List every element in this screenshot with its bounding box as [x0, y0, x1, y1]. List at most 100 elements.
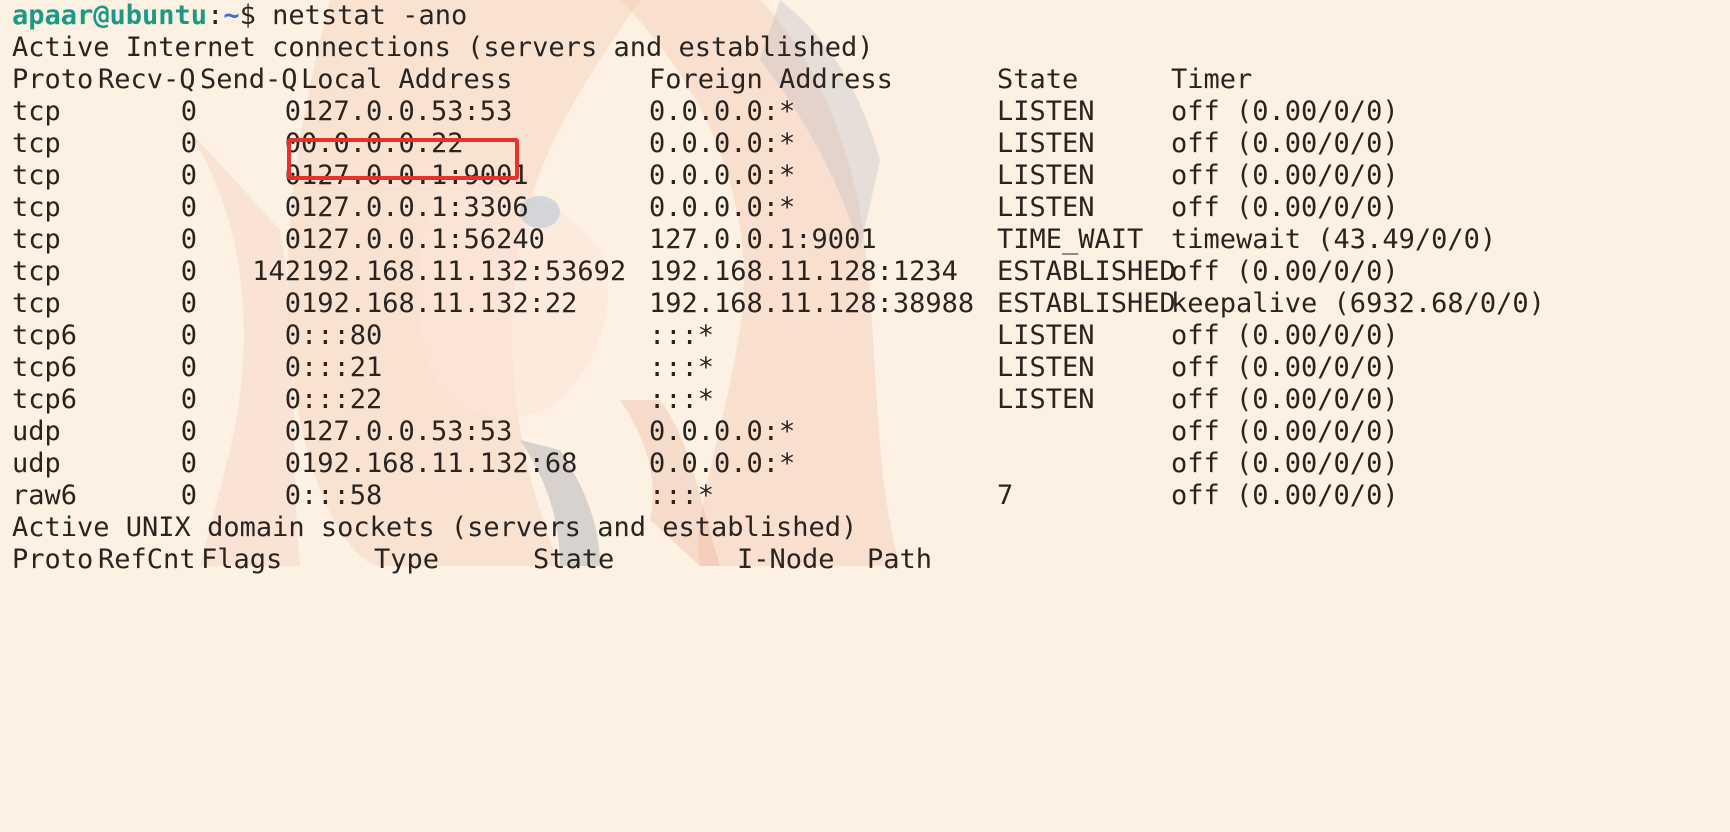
- connection-row: tcp6 0 0 :::21 :::* LISTEN off (0.00/0/0…: [12, 352, 1399, 384]
- row-foreign-address: :::*: [649, 320, 715, 351]
- prompt-user-host: apaar@ubuntu: [12, 0, 208, 31]
- row-recvq: 0: [180, 224, 197, 255]
- row-timer: keepalive (6932.68/0/0): [1171, 288, 1545, 319]
- prompt-path: ~: [223, 0, 240, 31]
- row-sendq: 0: [284, 160, 301, 191]
- row-state: TIME_WAIT: [997, 224, 1144, 255]
- row-local-address: 127.0.0.53:53: [301, 96, 513, 127]
- inet-section-title: Active Internet connections (servers and…: [12, 32, 874, 63]
- row-proto: raw6: [12, 480, 78, 511]
- row-state: LISTEN: [997, 160, 1095, 191]
- row-recvq: 0: [180, 160, 197, 191]
- row-proto: tcp: [12, 224, 61, 255]
- row-state: LISTEN: [997, 128, 1095, 159]
- header-timer: Timer: [1171, 64, 1253, 95]
- highlight-annotation-box: [287, 138, 519, 180]
- row-foreign-address: 127.0.0.1:9001: [649, 224, 877, 255]
- row-local-address: :::22: [301, 384, 383, 415]
- row-timer: off (0.00/0/0): [1171, 128, 1399, 159]
- row-recvq: 0: [180, 256, 197, 287]
- row-timer: off (0.00/0/0): [1171, 352, 1399, 383]
- prompt-symbol: $: [239, 0, 256, 31]
- connection-row: raw6 0 0 :::58 :::* 7 off (0.00/0/0): [12, 480, 1399, 512]
- row-foreign-address: :::*: [649, 480, 715, 511]
- row-foreign-address: 192.168.11.128:1234: [649, 256, 958, 287]
- unix-header-type: Type: [374, 544, 440, 575]
- row-foreign-address: 0.0.0.0:*: [649, 192, 796, 223]
- row-sendq: 0: [284, 480, 301, 511]
- row-timer: off (0.00/0/0): [1171, 480, 1399, 511]
- connection-row: tcp 0 0 127.0.0.1:56240 127.0.0.1:9001 T…: [12, 224, 1496, 256]
- row-state: LISTEN: [997, 320, 1095, 351]
- row-timer: off (0.00/0/0): [1171, 192, 1399, 223]
- row-proto: tcp: [12, 160, 61, 191]
- row-sendq: 0: [284, 288, 301, 319]
- unix-header-flags: Flags: [201, 544, 283, 575]
- unix-header-path: Path: [867, 544, 933, 575]
- row-state: ESTABLISHED: [997, 288, 1176, 319]
- header-proto: Proto: [12, 64, 94, 95]
- row-foreign-address: :::*: [649, 384, 715, 415]
- unix-header-row: Proto RefCnt Flags Type State I-Node Pat…: [12, 544, 932, 576]
- row-proto: tcp: [12, 256, 61, 287]
- row-timer: off (0.00/0/0): [1171, 320, 1399, 351]
- row-sendq: 0: [284, 96, 301, 127]
- row-recvq: 0: [180, 384, 197, 415]
- row-state: LISTEN: [997, 352, 1095, 383]
- prompt-separator: :: [207, 0, 224, 31]
- row-timer: off (0.00/0/0): [1171, 160, 1399, 191]
- row-timer: off (0.00/0/0): [1171, 416, 1399, 447]
- row-proto: udp: [12, 416, 61, 447]
- header-sendq: Send-Q: [200, 64, 298, 95]
- row-state: ESTABLISHED: [997, 256, 1176, 287]
- row-local-address: 192.168.11.132:53692: [301, 256, 627, 287]
- row-foreign-address: :::*: [649, 352, 715, 383]
- connection-row: tcp 0 142 192.168.11.132:53692 192.168.1…: [12, 256, 1399, 288]
- row-sendq: 0: [284, 384, 301, 415]
- row-state: 7: [997, 480, 1014, 511]
- unix-header-refcnt: RefCnt: [98, 544, 196, 575]
- connection-row: tcp6 0 0 :::80 :::* LISTEN off (0.00/0/0…: [12, 320, 1399, 352]
- row-recvq: 0: [180, 480, 197, 511]
- row-timer: off (0.00/0/0): [1171, 384, 1399, 415]
- row-sendq: 0: [284, 416, 301, 447]
- row-sendq: 0: [284, 192, 301, 223]
- row-local-address: 127.0.0.53:53: [301, 416, 513, 447]
- header-local-address: Local Address: [301, 64, 513, 95]
- row-local-address: 192.168.11.132:68: [301, 448, 578, 479]
- command-text: netstat -ano: [272, 0, 468, 31]
- row-foreign-address: 192.168.11.128:38988: [649, 288, 975, 319]
- row-recvq: 0: [180, 320, 197, 351]
- row-foreign-address: 0.0.0.0:*: [649, 448, 796, 479]
- row-timer: off (0.00/0/0): [1171, 448, 1399, 479]
- row-sendq: 142: [252, 256, 301, 287]
- row-proto: udp: [12, 448, 61, 479]
- header-foreign-address: Foreign Address: [649, 64, 893, 95]
- row-timer: timewait (43.49/0/0): [1171, 224, 1497, 255]
- unix-header-inode: I-Node: [737, 544, 835, 575]
- row-sendq: 0: [284, 224, 301, 255]
- header-state: State: [997, 64, 1079, 95]
- row-local-address: :::21: [301, 352, 383, 383]
- row-recvq: 0: [180, 448, 197, 479]
- unix-section-title: Active UNIX domain sockets (servers and …: [12, 512, 858, 543]
- connection-row: udp 0 0 192.168.11.132:68 0.0.0.0:* off …: [12, 448, 1399, 480]
- connection-row: tcp 0 0 127.0.0.53:53 0.0.0.0:* LISTEN o…: [12, 96, 1399, 128]
- terminal-output: apaar@ubuntu:~$ netstat -ano Active Inte…: [12, 0, 1545, 576]
- row-recvq: 0: [180, 416, 197, 447]
- unix-header-proto: Proto: [12, 544, 94, 575]
- inet-header-row: Proto Recv-Q Send-Q Local Address Foreig…: [12, 64, 1252, 96]
- row-state: LISTEN: [997, 96, 1095, 127]
- row-proto: tcp: [12, 96, 61, 127]
- row-foreign-address: 0.0.0.0:*: [649, 416, 796, 447]
- row-local-address: :::58: [301, 480, 383, 511]
- row-proto: tcp6: [12, 352, 78, 383]
- row-sendq: 0: [284, 128, 301, 159]
- row-recvq: 0: [180, 128, 197, 159]
- row-recvq: 0: [180, 288, 197, 319]
- row-sendq: 0: [284, 320, 301, 351]
- row-state: LISTEN: [997, 384, 1095, 415]
- row-proto: tcp6: [12, 320, 78, 351]
- row-foreign-address: 0.0.0.0:*: [649, 160, 796, 191]
- prompt-line: apaar@ubuntu:~$ netstat -ano: [12, 0, 874, 32]
